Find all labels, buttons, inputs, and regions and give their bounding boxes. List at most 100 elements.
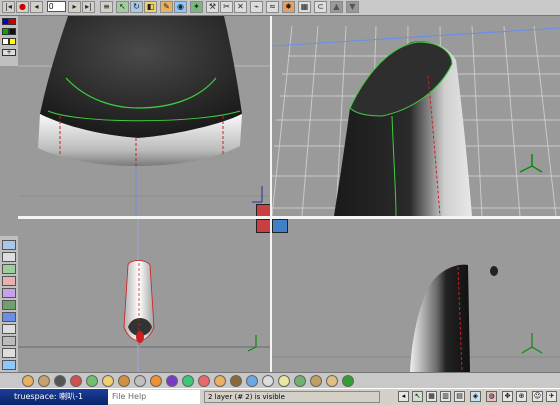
status-message: 2 layer (# 2) is visible xyxy=(204,391,380,403)
menu-file[interactable]: File xyxy=(112,390,125,404)
nav-zoom-icon[interactable]: ⊕ xyxy=(516,391,527,402)
axis-gizmo-icon xyxy=(519,154,543,173)
move-icon[interactable]: ✦ xyxy=(190,1,203,13)
deform-icon[interactable]: ≈ xyxy=(266,1,279,13)
tool-render-icon[interactable] xyxy=(2,360,16,370)
primitive-face-icon[interactable] xyxy=(326,375,338,387)
primitive-lathe-icon[interactable] xyxy=(150,375,162,387)
tool-hammer-icon[interactable] xyxy=(2,336,16,346)
primitive-misc-icon[interactable] xyxy=(342,375,354,387)
bomb-icon[interactable]: ✸ xyxy=(282,1,295,13)
primitive-torus-icon[interactable] xyxy=(70,375,82,387)
primitive-boolean-icon[interactable] xyxy=(230,375,242,387)
nav-render-icon[interactable]: ◍ xyxy=(486,391,497,402)
nav-fly-icon[interactable]: ✈ xyxy=(546,391,557,402)
swatch-black[interactable] xyxy=(9,28,16,35)
play-icon[interactable]: ▸ xyxy=(68,1,81,13)
viewport-top-left[interactable] xyxy=(18,16,270,216)
primitive-sweep-icon[interactable] xyxy=(166,375,178,387)
menu-bar: File Help xyxy=(108,390,200,404)
tool-layers-icon[interactable] xyxy=(2,252,16,262)
swatch-red[interactable] xyxy=(9,18,16,25)
down-arrow-icon[interactable]: ▼ xyxy=(346,1,359,13)
viewport-camera-icon[interactable] xyxy=(256,204,270,216)
left-tool-column xyxy=(0,236,18,372)
primitive-figure-icon[interactable] xyxy=(310,375,322,387)
color-palette: + xyxy=(0,16,18,66)
next-frame-icon[interactable]: ▸| xyxy=(82,1,95,13)
viewport-bottom-right[interactable] xyxy=(272,219,560,372)
tool-paint-icon[interactable] xyxy=(2,276,16,286)
primitive-tree-icon[interactable] xyxy=(294,375,306,387)
light-bulb-icon xyxy=(490,266,498,276)
primitive-bevel-icon[interactable] xyxy=(198,375,210,387)
record-icon[interactable]: ● xyxy=(16,1,29,13)
tool-material-icon[interactable] xyxy=(2,288,16,298)
nav-view-icon[interactable]: ◈ xyxy=(470,391,481,402)
primitive-checker-icon[interactable] xyxy=(262,375,274,387)
wand-icon[interactable]: ⌁ xyxy=(250,1,263,13)
prev-frame-icon[interactable]: ◂ xyxy=(30,1,43,13)
primitive-cone-icon[interactable] xyxy=(54,375,66,387)
tool-grid-icon[interactable] xyxy=(2,348,16,358)
render-icon[interactable]: ◉ xyxy=(174,1,187,13)
nav-snap-icon[interactable]: ▥ xyxy=(440,391,451,402)
primitive-plane-icon[interactable] xyxy=(86,375,98,387)
palette-add-icon[interactable]: + xyxy=(2,49,16,56)
nav-move-icon[interactable]: ✥ xyxy=(502,391,513,402)
frame-input[interactable] xyxy=(47,1,66,12)
axis-gizmo-icon xyxy=(521,333,543,354)
nav-left-icon[interactable]: ◂ xyxy=(398,391,409,402)
tool-scene-icon[interactable] xyxy=(2,300,16,310)
tool-link-icon[interactable] xyxy=(2,324,16,334)
viewport-bottom-left-canvas xyxy=(18,219,270,372)
axis-gizmo-icon xyxy=(252,186,263,203)
window-title[interactable]: truespace: 喇叭-1 xyxy=(0,389,108,405)
primitive-smooth-icon[interactable] xyxy=(214,375,226,387)
viewport-top-right-canvas xyxy=(272,25,560,216)
model-side-view xyxy=(410,264,470,372)
select-icon[interactable]: ↖ xyxy=(116,1,129,13)
swatch-blue[interactable] xyxy=(2,18,9,25)
viewport-top-right[interactable] xyxy=(272,16,560,216)
swatch-yellow[interactable] xyxy=(9,38,16,45)
app-title: truespace: 喇叭-1 xyxy=(14,392,84,401)
nav-grid-icon[interactable]: ▦ xyxy=(426,391,437,402)
primitive-cylinder-icon[interactable] xyxy=(38,375,50,387)
object-list-icon[interactable]: ≡ xyxy=(100,1,113,13)
primitive-mesh-icon[interactable] xyxy=(246,375,258,387)
rewind-icon[interactable]: |◂ xyxy=(2,1,15,13)
tool-node-icon[interactable] xyxy=(2,264,16,274)
status-bar: truespace: 喇叭-1 File Help 2 layer (# 2) … xyxy=(0,388,560,405)
up-arrow-icon[interactable]: ▲ xyxy=(330,1,343,13)
viewport-bottom-left[interactable] xyxy=(18,219,270,372)
swatch-white[interactable] xyxy=(2,38,9,45)
top-toolbar: |◂ ● ◂ ▸ ▸| ≡ ↖ ↻ ◧ ✎ ◉ ✦ ⚒ ✂ ✕ ⌁ ≈ ✸ ▦ … xyxy=(0,0,560,16)
model-body-dark xyxy=(40,16,242,138)
primitive-spline-icon[interactable] xyxy=(182,375,194,387)
swatch-green[interactable] xyxy=(2,28,9,35)
lasso-icon[interactable]: ⊂ xyxy=(314,1,327,13)
primitive-fog-icon[interactable] xyxy=(278,375,290,387)
paint-icon[interactable]: ✎ xyxy=(160,1,173,13)
primitive-sphere-icon[interactable] xyxy=(22,375,34,387)
grid-icon[interactable]: ▦ xyxy=(298,1,311,13)
viewport-camera-icon[interactable] xyxy=(256,219,270,233)
nav-walk-icon[interactable]: ☺ xyxy=(532,391,543,402)
primitive-light-icon[interactable] xyxy=(134,375,146,387)
wrench-icon[interactable]: ⚒ xyxy=(206,1,219,13)
nav-table-icon[interactable]: ▤ xyxy=(454,391,465,402)
tool-camera-icon[interactable] xyxy=(2,312,16,322)
scale-icon[interactable]: ◧ xyxy=(144,1,157,13)
viewport-camera-icon[interactable] xyxy=(272,219,288,233)
primitive-cube-icon[interactable] xyxy=(102,375,114,387)
scissors-icon[interactable]: ✕ xyxy=(234,1,247,13)
nav-select-icon[interactable]: ↖ xyxy=(412,391,423,402)
primitive-text-icon[interactable] xyxy=(118,375,130,387)
viewport-top-left-canvas xyxy=(18,16,270,216)
rotate-icon[interactable]: ↻ xyxy=(130,1,143,13)
cut-icon[interactable]: ✂ xyxy=(220,1,233,13)
tool-disk-icon[interactable] xyxy=(2,240,16,250)
axis-gizmo-icon xyxy=(247,335,257,352)
menu-help[interactable]: Help xyxy=(128,390,146,404)
